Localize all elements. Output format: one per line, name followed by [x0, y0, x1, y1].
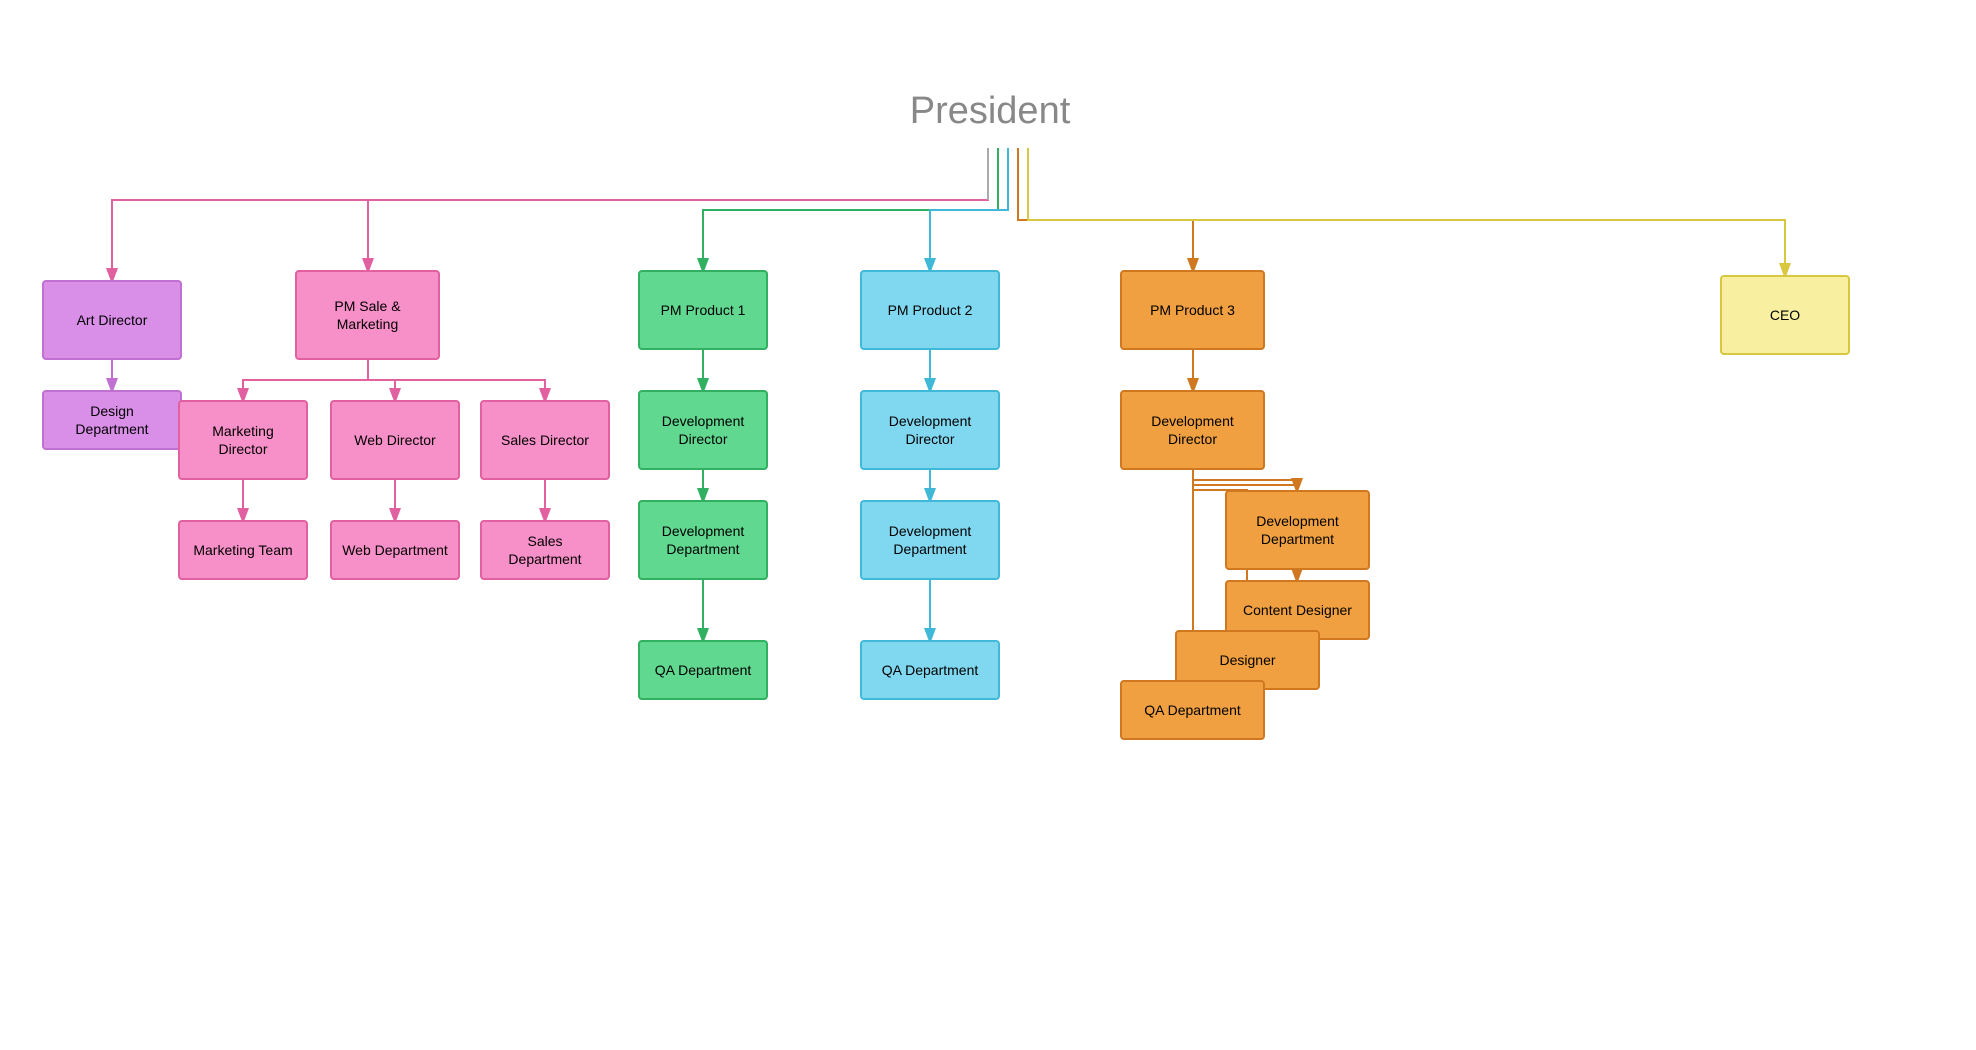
president-label: President — [870, 90, 1110, 133]
qa-dept1[interactable]: QA Department — [638, 640, 768, 700]
dev-director3[interactable]: Development Director — [1120, 390, 1265, 470]
pm-product3[interactable]: PM Product 3 — [1120, 270, 1265, 350]
dev-director2[interactable]: Development Director — [860, 390, 1000, 470]
web-dept[interactable]: Web Department — [330, 520, 460, 580]
sales-director[interactable]: Sales Director — [480, 400, 610, 480]
marketing-director[interactable]: Marketing Director — [178, 400, 308, 480]
qa-dept2[interactable]: QA Department — [860, 640, 1000, 700]
sales-dept[interactable]: Sales Department — [480, 520, 610, 580]
ceo[interactable]: CEO — [1720, 275, 1850, 355]
dev-dept1[interactable]: Development Department — [638, 500, 768, 580]
pm-product2[interactable]: PM Product 2 — [860, 270, 1000, 350]
art-director[interactable]: Art Director — [42, 280, 182, 360]
pm-sale-marketing[interactable]: PM Sale & Marketing — [295, 270, 440, 360]
design-dept[interactable]: Design Department — [42, 390, 182, 450]
dev-director1[interactable]: Development Director — [638, 390, 768, 470]
web-director[interactable]: Web Director — [330, 400, 460, 480]
pm-product1[interactable]: PM Product 1 — [638, 270, 768, 350]
qa-dept3[interactable]: QA Department — [1120, 680, 1265, 740]
marketing-team[interactable]: Marketing Team — [178, 520, 308, 580]
dev-dept2[interactable]: Development Department — [860, 500, 1000, 580]
dev-dept3[interactable]: Development Department — [1225, 490, 1370, 570]
